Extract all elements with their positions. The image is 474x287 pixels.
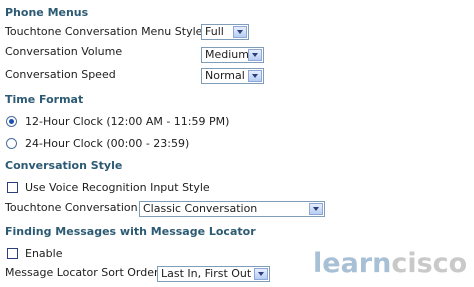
touchtone-menu-style-select[interactable]: Full — [201, 24, 249, 40]
conversation-speed-value: Normal — [205, 69, 245, 82]
conversation-volume-select[interactable]: Medium — [201, 47, 264, 63]
chevron-down-icon — [248, 70, 262, 82]
touchtone-menu-style-label: Touchtone Conversation Menu Style — [5, 25, 203, 38]
message-locator-enable-checkbox[interactable] — [7, 248, 18, 259]
touchtone-conversation-label: Touchtone Conversation — [5, 201, 138, 214]
voice-recognition-checkbox[interactable] — [7, 182, 18, 193]
conversation-speed-select[interactable]: Normal — [201, 68, 264, 84]
message-locator-enable-label: Enable — [25, 247, 63, 260]
touchtone-menu-style-value: Full — [205, 25, 224, 38]
chevron-down-icon — [254, 268, 268, 280]
sort-order-label: Message Locator Sort Order — [5, 266, 159, 279]
voice-recognition-label: Use Voice Recognition Input Style — [25, 181, 210, 194]
learncisco-watermark: learncisco — [313, 249, 467, 279]
message-locator-heading: Finding Messages with Message Locator — [5, 225, 256, 238]
watermark-learn: learn — [313, 248, 392, 279]
chevron-down-icon — [233, 26, 247, 38]
time-format-heading: Time Format — [5, 93, 84, 106]
touchtone-conversation-value: Classic Conversation — [143, 202, 258, 215]
conversation-volume-label: Conversation Volume — [5, 45, 123, 58]
chevron-down-icon — [309, 203, 323, 215]
conversation-volume-value: Medium — [205, 48, 249, 61]
sort-order-select[interactable]: Last In, First Out — [157, 266, 270, 282]
time-24-hour-label: 24-Hour Clock (00:00 - 23:59) — [25, 137, 190, 150]
sort-order-value: Last In, First Out — [161, 267, 252, 280]
touchtone-conversation-select[interactable]: Classic Conversation — [139, 201, 325, 217]
phone-menus-heading: Phone Menus — [5, 6, 89, 19]
time-24-hour-radio[interactable] — [6, 138, 17, 149]
conversation-speed-label: Conversation Speed — [5, 68, 116, 81]
chevron-down-icon — [248, 49, 262, 61]
time-12-hour-radio[interactable] — [6, 116, 17, 127]
conversation-style-heading: Conversation Style — [5, 159, 123, 172]
time-12-hour-label: 12-Hour Clock (12:00 AM - 11:59 PM) — [25, 115, 230, 128]
watermark-cisco: cisco — [391, 248, 468, 279]
